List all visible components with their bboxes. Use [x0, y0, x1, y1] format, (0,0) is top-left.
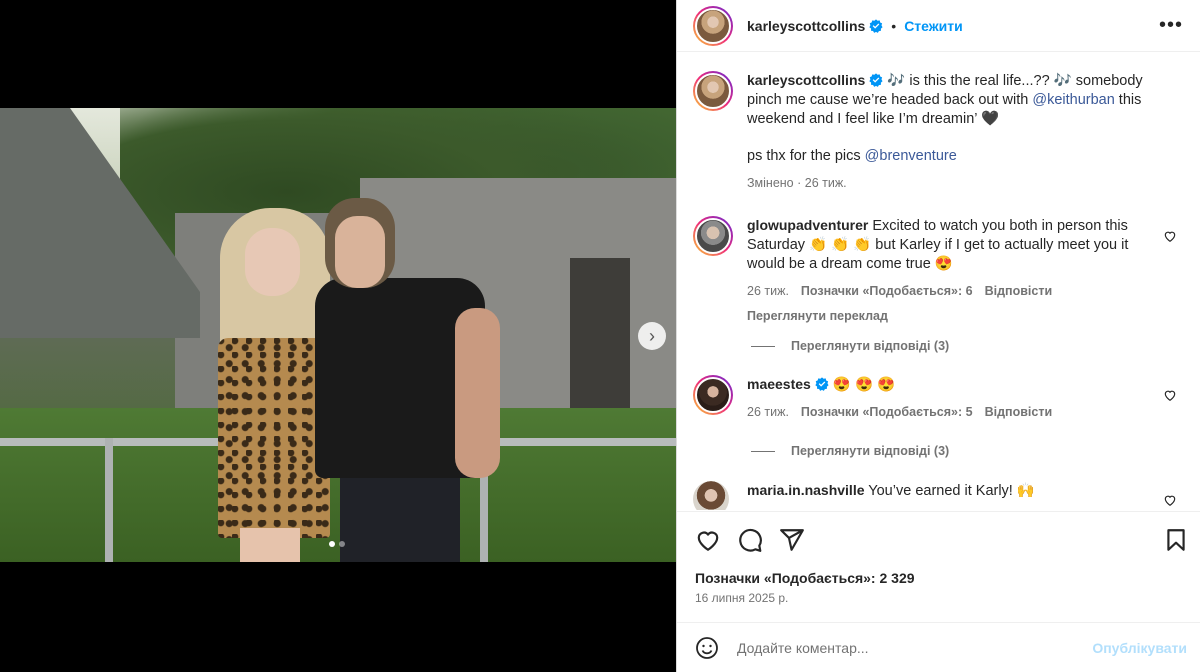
commenter-avatar[interactable] [693, 481, 729, 510]
likes-count[interactable]: Позначки «Подобається»: 2 329 [695, 570, 915, 586]
commenter-avatar[interactable] [693, 216, 733, 256]
comment-likes[interactable]: Позначки «Подобається»: 6 [801, 282, 973, 301]
save-bookmark-icon[interactable] [1163, 527, 1189, 553]
comment-time: 26 тиж. [747, 405, 789, 419]
verified-badge-icon [869, 73, 883, 87]
post-caption: karleyscottcollins 🎶 is this the real li… [693, 71, 1183, 193]
view-replies-label: Переглянути відповіді (3) [791, 339, 950, 353]
carousel-dot [339, 541, 345, 547]
post-date[interactable]: 16 липня 2025 р. [695, 591, 788, 605]
photo-rail-post [105, 438, 113, 562]
caption-ps: ps thx for the pics @brenventure [747, 147, 1167, 166]
replies-divider [751, 345, 775, 347]
like-heart-icon[interactable] [695, 527, 721, 553]
replies-divider [751, 450, 775, 452]
like-heart-icon[interactable] [1163, 493, 1177, 507]
mention-link[interactable]: @brenventure [865, 148, 957, 164]
verified-badge-icon [815, 377, 829, 391]
comment-item: maria.in.nashville You’ve earned it Karl… [693, 481, 1183, 510]
author-avatar[interactable] [693, 5, 733, 46]
comment-item: glowupadventurer Excited to watch you bo… [693, 216, 1183, 326]
carousel-next-button[interactable]: › [638, 322, 666, 350]
comment-time: 26 тиж. [747, 284, 789, 298]
author-avatar[interactable] [693, 71, 733, 111]
comment-username[interactable]: maeestes [747, 376, 811, 392]
comment-meta: 26 тиж. Позначки «Подобається»: 6 Відпов… [747, 282, 1147, 301]
comments-list[interactable]: karleyscottcollins 🎶 is this the real li… [677, 53, 1200, 510]
post-header: karleyscottcollins • Стежити ••• [677, 0, 1200, 52]
comment-username[interactable]: maria.in.nashville [747, 482, 865, 498]
like-heart-icon[interactable] [1163, 229, 1177, 243]
edited-timestamp: Змінено · 26 тиж. [747, 176, 847, 190]
view-replies-button[interactable]: Переглянути відповіді (3) [751, 339, 949, 353]
commenter-avatar[interactable] [693, 375, 733, 415]
carousel-dots [329, 541, 345, 547]
like-heart-icon[interactable] [1163, 388, 1177, 402]
comment-text: 😍 😍 😍 [832, 377, 896, 393]
caption-text: is this the real life...?? [905, 73, 1054, 89]
caption-body: karleyscottcollins 🎶 is this the real li… [747, 71, 1167, 193]
comment-body: glowupadventurer Excited to watch you bo… [747, 216, 1147, 326]
more-options-icon[interactable]: ••• [1159, 15, 1183, 35]
view-replies-label: Переглянути відповіді (3) [791, 444, 950, 458]
caption-username[interactable]: karleyscottcollins [747, 72, 865, 88]
reply-button[interactable]: Відповісти [985, 403, 1053, 422]
caption-meta: Змінено · 26 тиж. [747, 174, 1167, 193]
comment-input[interactable] [737, 637, 1067, 659]
header-separator: • [891, 17, 897, 34]
author-username[interactable]: karleyscottcollins [747, 18, 865, 34]
music-note-emoji: 🎶 [887, 73, 906, 89]
publish-button[interactable]: Опублікувати [1092, 640, 1187, 656]
post-side-panel: karleyscottcollins • Стежити ••• karleys… [676, 0, 1200, 672]
comment-bubble-icon[interactable] [737, 527, 763, 553]
post-media: › [0, 0, 676, 672]
comment-item: maeestes 😍 😍 😍 26 тиж. Позначки «Подобає… [693, 375, 1183, 422]
mention-link[interactable]: @keithurban [1032, 92, 1114, 108]
carousel-dot-active [329, 541, 335, 547]
post-photo[interactable] [0, 108, 676, 562]
view-replies-button[interactable]: Переглянути відповіді (3) [751, 444, 949, 458]
comment-text: You’ve earned it Karly! 🙌 [868, 483, 1035, 499]
emoji-icon[interactable] [695, 636, 719, 660]
comment-body: maria.in.nashville You’ve earned it Karl… [747, 481, 1147, 510]
comment-meta: 26 тиж. Позначки «Подобається»: 5 Відпов… [747, 403, 1147, 422]
comment-username[interactable]: glowupadventurer [747, 217, 868, 233]
follow-button[interactable]: Стежити [904, 18, 963, 34]
caption-text: ps thx for the pics [747, 148, 865, 164]
share-paper-plane-icon[interactable] [779, 527, 805, 553]
verified-badge-icon [869, 18, 883, 33]
comment-likes[interactable]: Позначки «Подобається»: 5 [801, 403, 973, 422]
comment-body: maeestes 😍 😍 😍 26 тиж. Позначки «Подобає… [747, 375, 1147, 422]
photo-doorway [570, 258, 630, 408]
music-note-emoji: 🎶 [1053, 73, 1072, 89]
see-translation-button[interactable]: Переглянути переклад [747, 307, 1147, 326]
photo-person-man [315, 198, 500, 562]
chevron-right-icon: › [649, 325, 655, 346]
post-actions [677, 511, 1200, 567]
add-comment-bar: Опублікувати [677, 622, 1200, 672]
reply-button[interactable]: Відповісти [985, 282, 1053, 301]
